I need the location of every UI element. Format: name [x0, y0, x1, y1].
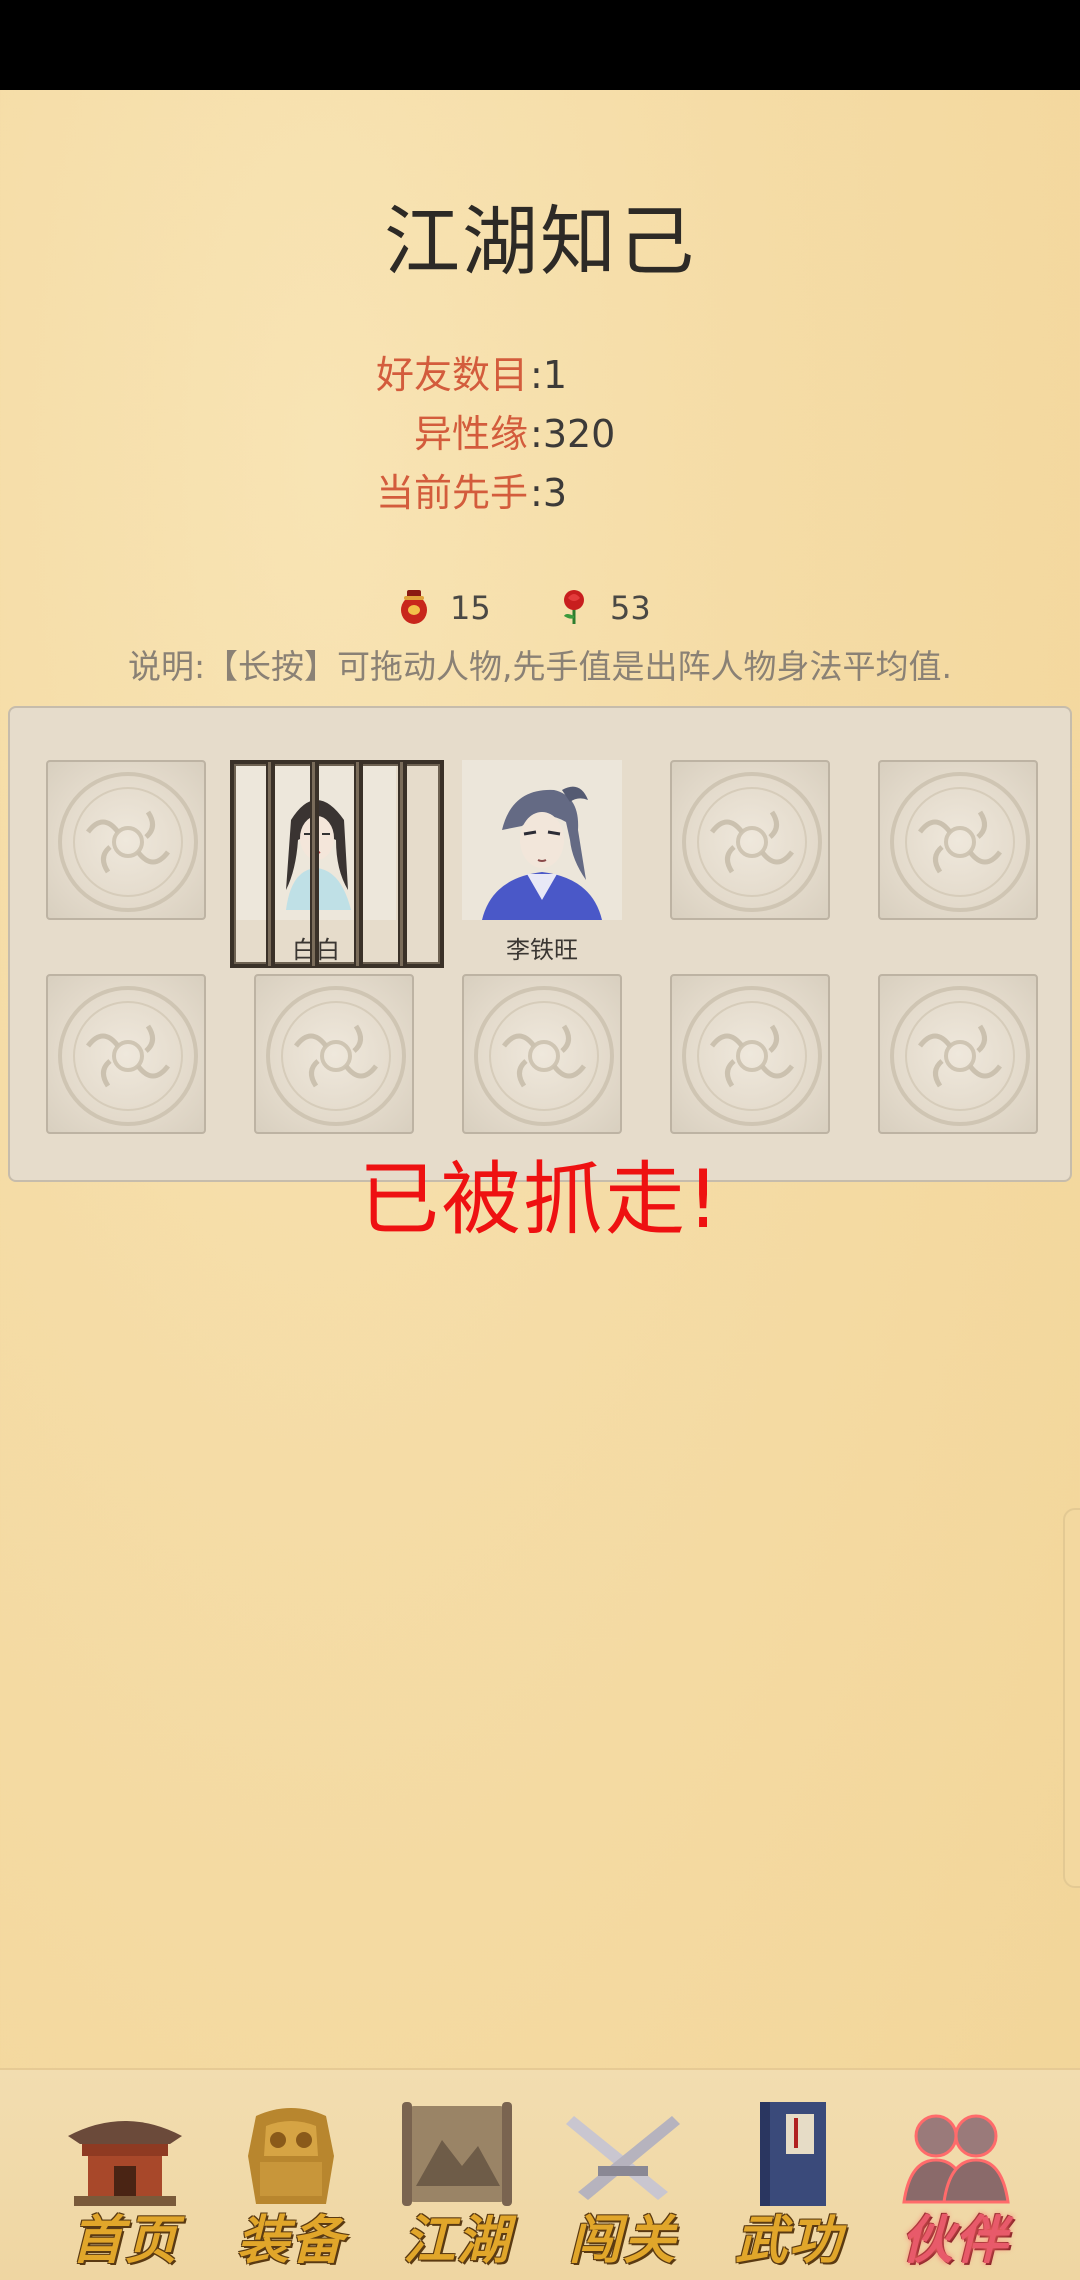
stat-friend-count: 好友数目 :1 — [0, 345, 1080, 405]
nav-equipment[interactable]: 装备 — [216, 2090, 366, 2271]
stat-value: :1 — [530, 353, 567, 397]
empty-slot[interactable] — [670, 760, 830, 920]
nav-label: 江湖 — [402, 2210, 511, 2271]
stat-charm: 异性缘 :320 — [0, 404, 1080, 464]
nav-label: 首页 — [70, 2210, 179, 2271]
stat-value: :320 — [530, 412, 616, 456]
seal-emblem-icon — [682, 772, 822, 912]
nav-label: 武功 — [734, 2210, 843, 2271]
currency-wine: 15 — [398, 578, 491, 638]
seal-emblem-icon — [58, 986, 198, 1126]
hint-text: 说明:【长按】可拖动人物,先手值是出阵人物身法平均值. — [127, 647, 953, 686]
nav-label: 伙伴 — [900, 2210, 1009, 2271]
currency-amount: 53 — [610, 589, 651, 627]
bottom-nav: 首页 装备 江湖 闯关 武功 伙伴 — [0, 2068, 1080, 2280]
rose-icon — [558, 586, 590, 630]
character-portrait — [236, 760, 396, 920]
character-name: 白白 — [292, 936, 340, 964]
nav-home[interactable]: 首页 — [50, 2090, 200, 2271]
seal-emblem-icon — [266, 986, 406, 1126]
empty-slot[interactable] — [670, 974, 830, 1134]
seal-emblem-icon — [890, 986, 1030, 1126]
wine-jar-icon — [398, 586, 430, 630]
currency-rose: 53 — [558, 578, 651, 638]
currency-amount: 15 — [450, 589, 491, 627]
nav-companions[interactable]: 伙伴 — [880, 2090, 1030, 2271]
nav-label: 装备 — [236, 2210, 345, 2271]
captured-message: 已被抓走! — [358, 1153, 722, 1246]
nav-challenge[interactable]: 闯关 — [548, 2090, 698, 2271]
currency-bar: 15 53 — [0, 578, 1080, 638]
empty-slot[interactable] — [46, 760, 206, 920]
side-drawer-handle[interactable] — [1063, 1508, 1080, 1888]
empty-slot[interactable] — [878, 974, 1038, 1134]
character-card[interactable]: 李铁旺 — [462, 760, 622, 965]
seal-emblem-icon — [682, 986, 822, 1126]
seal-emblem-icon — [890, 772, 1030, 912]
stat-label: 好友数目 — [375, 353, 528, 397]
page-title: 江湖知己 — [384, 197, 696, 286]
seal-emblem-icon — [474, 986, 614, 1126]
nav-jianghu[interactable]: 江湖 — [382, 2090, 532, 2271]
character-name: 李铁旺 — [506, 936, 578, 964]
stat-label: 异性缘 — [413, 412, 528, 456]
nav-martial-arts[interactable]: 武功 — [714, 2090, 864, 2271]
stat-initiative: 当前先手 :3 — [0, 463, 1080, 523]
status-bar — [0, 0, 1080, 90]
empty-slot[interactable] — [462, 974, 622, 1134]
character-card-caged[interactable]: 白白 — [236, 760, 396, 965]
empty-slot[interactable] — [254, 974, 414, 1134]
stat-label: 当前先手 — [375, 471, 528, 515]
nav-label: 闯关 — [568, 2210, 677, 2271]
seal-emblem-icon — [58, 772, 198, 912]
empty-slot[interactable] — [878, 760, 1038, 920]
formation-panel: 白白 李铁旺 — [8, 706, 1072, 1182]
stat-value: :3 — [530, 471, 567, 515]
character-portrait — [462, 760, 622, 920]
empty-slot[interactable] — [46, 974, 206, 1134]
